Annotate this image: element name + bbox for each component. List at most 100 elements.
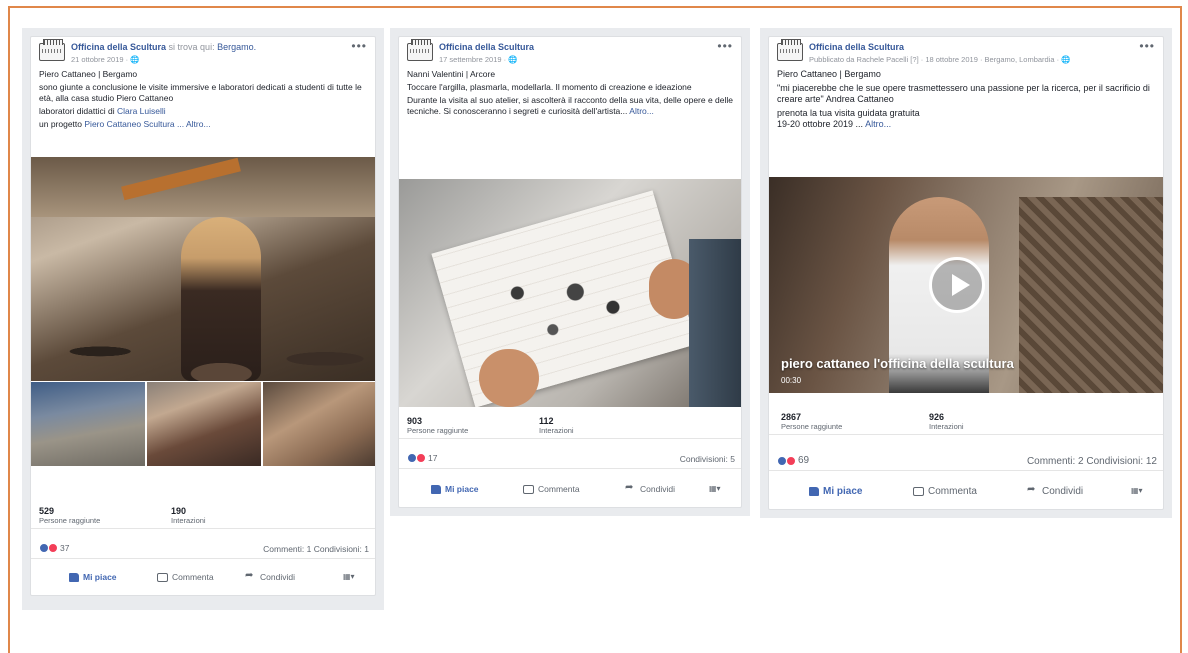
post-text: Nanni Valentini | Arcore Toccare l'argil… — [399, 67, 741, 117]
audience-icon: ▦▾ — [1131, 486, 1143, 495]
audience-selector[interactable]: ▦▾ — [343, 572, 355, 581]
action-bar: Mi piace Commenta Condividi ▦▾ — [399, 477, 741, 503]
like-button[interactable]: Mi piace — [431, 484, 479, 494]
share-icon — [1027, 484, 1038, 496]
see-more-link[interactable]: ... Altro... — [177, 119, 211, 129]
audience-icon: ▦▾ — [343, 572, 355, 581]
insights-bar: 2867 Persone raggiunte 926 Interazioni — [769, 405, 1163, 435]
post-date-text: Pubblicato da Rachele Pacelli [?] · 18 o… — [809, 55, 1062, 64]
comment-button[interactable]: Commenta — [913, 486, 977, 497]
location-text: si trova qui: Bergamo. — [169, 42, 257, 52]
page-name-line: Officina della Scultura — [809, 42, 904, 52]
reactions-number: 69 — [798, 455, 810, 466]
share-label: Condividi — [640, 484, 675, 494]
like-button[interactable]: Mi piace — [69, 572, 117, 582]
location-link[interactable]: Bergamo. — [217, 42, 256, 52]
audience-selector[interactable]: ▦▾ — [1131, 486, 1143, 495]
reactions-bar: 17 Condivisioni: 5 — [399, 449, 741, 469]
like-label: Mi piace — [823, 486, 863, 497]
share-button[interactable]: Condividi — [1027, 484, 1083, 497]
thumb-photo-3[interactable] — [263, 382, 375, 466]
comment-button[interactable]: Commenta — [157, 572, 214, 582]
interactions-stat: 112 Interazioni — [539, 416, 574, 435]
date-line-text: 19-20 ottobre 2019 ... — [777, 119, 864, 129]
reach-label: Persone raggiunte — [407, 426, 469, 435]
reactions-count[interactable]: 17 — [407, 453, 437, 463]
page-name-link[interactable]: Officina della Scultura — [809, 42, 904, 52]
like-button[interactable]: Mi piace — [809, 486, 862, 497]
post-text: Piero Cattaneo | Bergamo "mi piacerebbe … — [769, 67, 1163, 131]
more-icon[interactable]: ••• — [717, 39, 733, 53]
post-line: sono giunte a conclusione le visite imme… — [39, 82, 362, 103]
reach-stat: 903 Persone raggiunte — [407, 416, 468, 435]
reach-stat: 529 Persone raggiunte — [39, 506, 100, 525]
comments-shares[interactable]: Commenti: 1 Condivisioni: 1 — [263, 544, 369, 554]
project-author-link[interactable]: Piero Cattaneo Scultura — [84, 119, 174, 129]
comments-shares[interactable]: Commenti: 2 Condivisioni: 12 — [1027, 456, 1157, 467]
photo-sleeve — [689, 239, 741, 407]
thumb-photo-1[interactable] — [31, 382, 145, 466]
page-logo[interactable] — [777, 39, 803, 61]
share-icon — [245, 570, 256, 582]
globe-icon: 🌐 — [1061, 55, 1071, 64]
interactions-stat: 190 Interazioni — [171, 506, 206, 525]
post-date[interactable]: 17 settembre 2019 · 🌐 — [439, 55, 518, 64]
share-button[interactable]: Condividi — [245, 570, 295, 583]
play-icon[interactable] — [929, 257, 985, 313]
lab-line: laboratori didattici di Clara Luiselli — [39, 106, 367, 117]
reactions-count[interactable]: 69 — [777, 455, 809, 466]
comment-label: Commenta — [172, 572, 214, 582]
lab-prefix: laboratori didattici di — [39, 106, 115, 116]
globe-icon: 🌐 — [130, 55, 140, 64]
photo-hand-left — [479, 349, 539, 407]
see-more-link[interactable]: Altro... — [629, 106, 654, 116]
audience-selector[interactable]: ▦▾ — [709, 484, 721, 493]
page-name-line: Officina della Scultura si trova qui: Be… — [71, 42, 256, 52]
page-logo[interactable] — [407, 39, 433, 61]
share-icon — [625, 482, 636, 494]
reactions-bar: 37 Commenti: 1 Condivisioni: 1 — [31, 539, 375, 559]
video-player[interactable]: piero cattaneo l'officina della scultura… — [769, 177, 1163, 393]
see-more-link[interactable]: Altro... — [865, 119, 891, 129]
page-logo[interactable] — [39, 39, 65, 61]
comment-label: Commenta — [928, 486, 977, 497]
project-line: un progetto Piero Cattaneo Scultura ... … — [39, 119, 367, 130]
reach-value: 2867 — [781, 412, 802, 422]
share-button[interactable]: Condividi — [625, 482, 675, 495]
post-date-text: 21 ottobre 2019 · — [71, 55, 131, 64]
post-date-text: 17 settembre 2019 · — [439, 55, 509, 64]
like-icon — [809, 487, 819, 496]
main-photo[interactable] — [399, 179, 741, 407]
comments-shares[interactable]: Condivisioni: 5 — [680, 454, 735, 464]
post-line: Piero Cattaneo | Bergamo — [39, 69, 138, 79]
like-icon — [431, 484, 441, 494]
post-line: prenota la tua visita guidata gratuita — [777, 107, 920, 118]
more-icon[interactable]: ••• — [1139, 39, 1155, 53]
comment-button[interactable]: Commenta — [523, 484, 580, 494]
main-photo[interactable] — [31, 157, 375, 381]
like-label: Mi piace — [445, 484, 479, 494]
lab-author-link[interactable]: Clara Luiselli — [117, 106, 166, 116]
post-date[interactable]: 21 ottobre 2019 · 🌐 — [71, 55, 140, 64]
page-name-link[interactable]: Officina della Scultura — [71, 42, 166, 52]
page-name-link[interactable]: Officina della Scultura — [439, 42, 534, 52]
post-card-1: Officina della Scultura si trova qui: Be… — [30, 36, 376, 596]
thumb-photo-2[interactable] — [147, 382, 261, 466]
reach-label: Persone raggiunte — [39, 516, 101, 525]
comment-icon — [157, 572, 168, 582]
reactions-count[interactable]: 37 — [39, 543, 69, 553]
comment-label: Commenta — [538, 484, 580, 494]
audience-icon: ▦▾ — [709, 484, 721, 493]
post-date[interactable]: Pubblicato da Rachele Pacelli [?] · 18 o… — [809, 55, 1071, 64]
more-icon[interactable]: ••• — [351, 39, 367, 53]
post-line: Piero Cattaneo | Bergamo — [777, 69, 881, 79]
post-line: "mi piacerebbe che le sue opere trasmett… — [777, 82, 1150, 105]
post-line: Toccare l'argilla, plasmarla, modellarla… — [407, 82, 692, 92]
interactions-value: 926 — [929, 412, 945, 422]
video-sculptures — [1019, 197, 1163, 393]
reach-value: 903 — [407, 416, 423, 426]
post-text: Piero Cattaneo | Bergamo sono giunte a c… — [31, 67, 375, 130]
love-reaction-icon — [48, 543, 58, 553]
page-name-line: Officina della Scultura — [439, 42, 534, 52]
location-prefix: si trova qui: — [168, 42, 215, 52]
